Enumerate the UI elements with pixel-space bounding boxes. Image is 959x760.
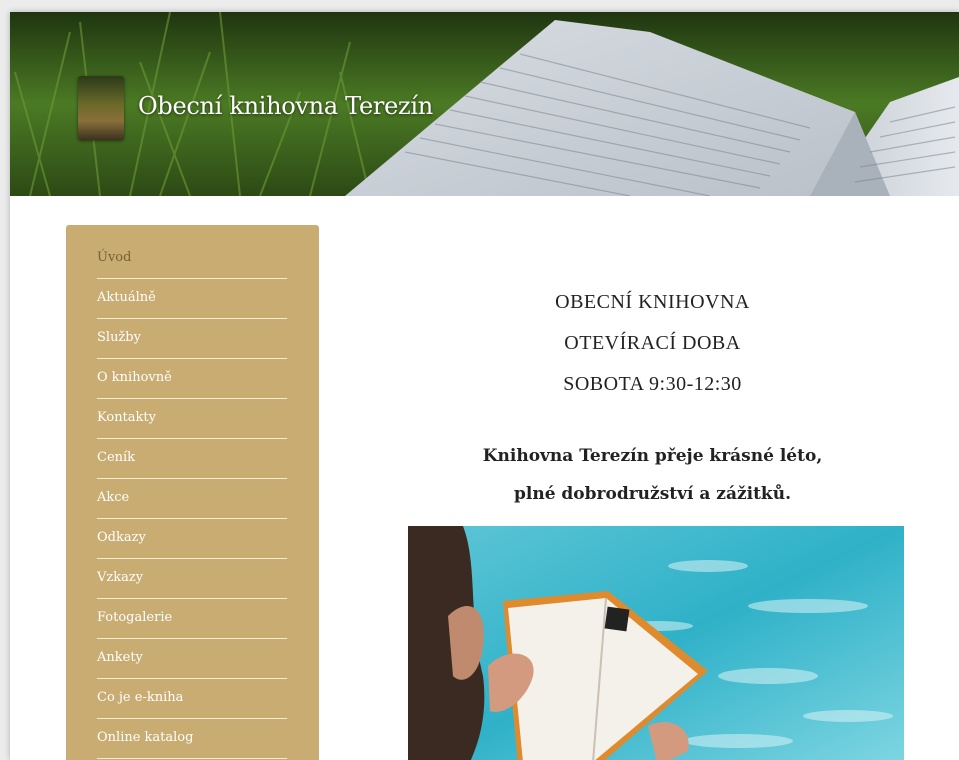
nav-item-vzkazy[interactable]: Vzkazy <box>97 559 287 599</box>
sidebar-nav: Úvod Aktuálně Služby O knihovně Kontakty… <box>66 225 319 760</box>
nav-item-kontakty[interactable]: Kontakty <box>97 399 287 439</box>
site-title[interactable]: Obecní knihovna Terezín <box>138 92 433 120</box>
header-banner: Obecní knihovna Terezín <box>10 12 959 196</box>
summer-reading-photo <box>408 526 904 760</box>
nav-item-co-je-e-kniha[interactable]: Co je e-kniha <box>97 679 287 719</box>
hours-line-saturday: SOBOTA 9:30-12:30 <box>563 373 742 395</box>
greeting-line-1: Knihovna Terezín přeje krásné léto, <box>482 446 823 466</box>
nav-item-online-katalog[interactable]: Online katalog <box>97 719 287 759</box>
nav-item-ankety[interactable]: Ankety <box>97 639 287 679</box>
nav-item-odkazy[interactable]: Odkazy <box>97 519 287 559</box>
library-logo[interactable] <box>78 76 124 140</box>
nav-list: Úvod Aktuálně Služby O knihovně Kontakty… <box>66 225 319 759</box>
nav-item-fotogalerie[interactable]: Fotogalerie <box>97 599 287 639</box>
page-frame: Obecní knihovna Terezín Úvod Aktuálně Sl… <box>10 12 959 760</box>
nav-item-sluzby[interactable]: Služby <box>97 319 287 359</box>
summer-greeting: Knihovna Terezín přeje krásné léto, plné… <box>340 437 959 513</box>
nav-item-uvod[interactable]: Úvod <box>97 239 287 279</box>
hours-line-opening: OTEVÍRACÍ DOBA <box>564 332 741 354</box>
nav-item-cenik[interactable]: Ceník <box>97 439 287 479</box>
nav-item-o-knihovne[interactable]: O knihovně <box>97 359 287 399</box>
hours-line-library: OBECNÍ KNIHOVNA <box>555 291 750 313</box>
main-content: OBECNÍ KNIHOVNA OTEVÍRACÍ DOBA SOBOTA 9:… <box>340 282 959 513</box>
nav-item-akce[interactable]: Akce <box>97 479 287 519</box>
greeting-line-2: plné dobrodružství a zážitků. <box>513 484 791 504</box>
nav-item-aktualne[interactable]: Aktuálně <box>97 279 287 319</box>
